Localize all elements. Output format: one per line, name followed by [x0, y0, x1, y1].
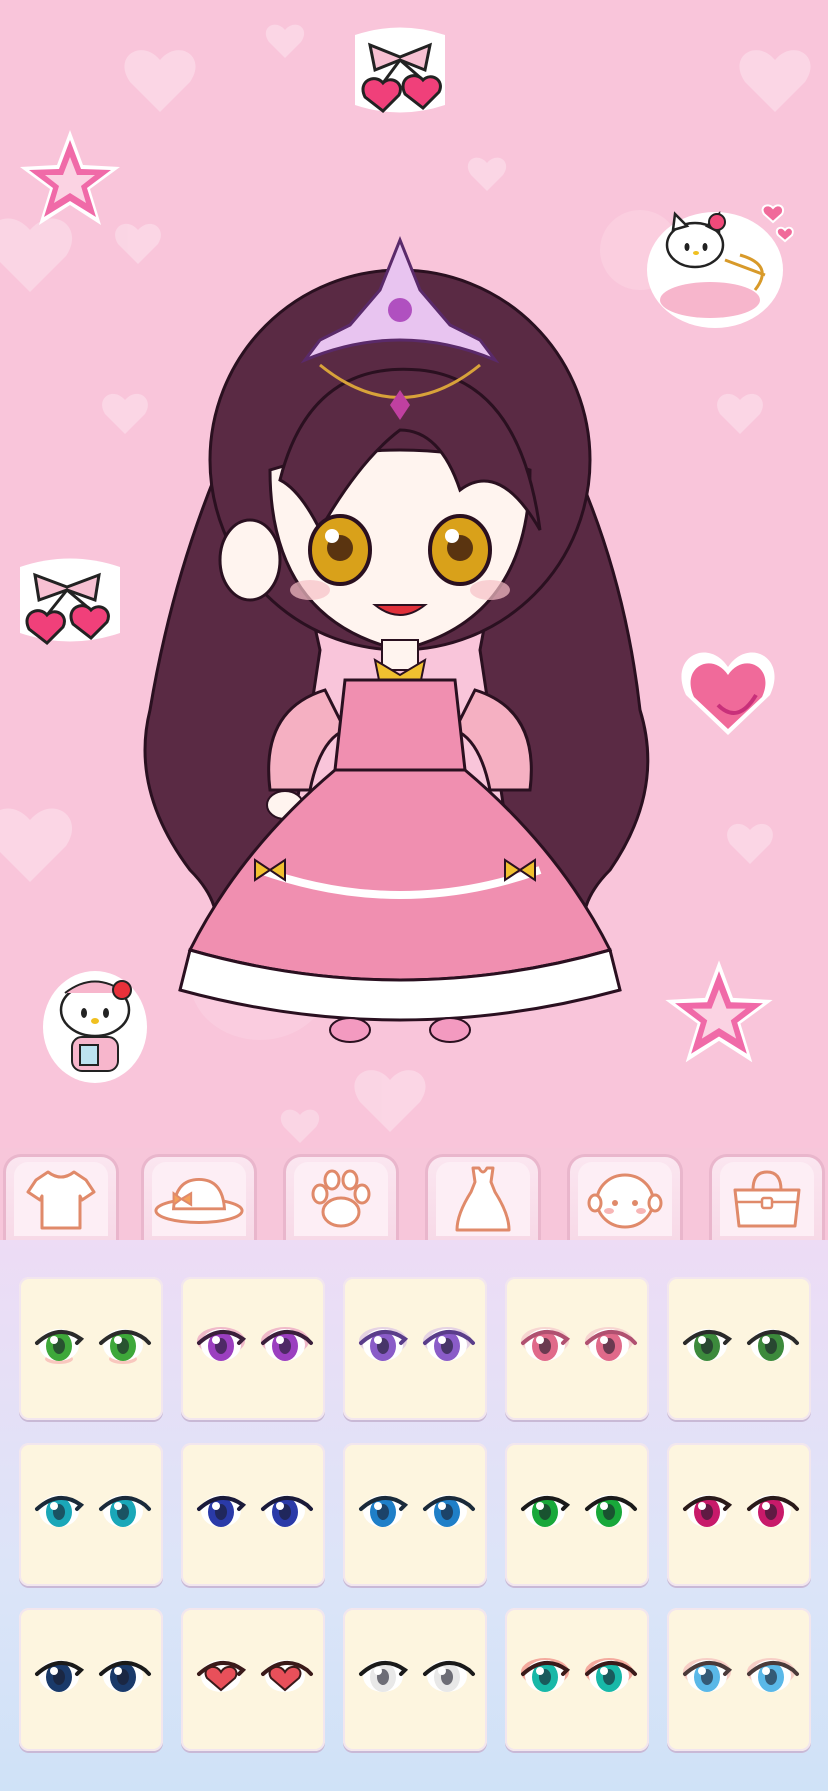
tab-dresses[interactable]	[425, 1154, 541, 1240]
doll-character[interactable]	[120, 230, 680, 1070]
eyes-icon	[683, 1658, 799, 1692]
cherry-bow-sticker-left[interactable]	[15, 555, 125, 645]
eyes-icon	[197, 1327, 313, 1361]
tab-hats[interactable]	[141, 1154, 257, 1240]
eye-option-3[interactable]	[343, 1277, 487, 1420]
eyes-icon	[683, 1495, 799, 1527]
eyes-icon	[35, 1495, 151, 1527]
eye-option-2[interactable]	[181, 1277, 325, 1420]
eyes-icon	[359, 1327, 475, 1361]
eye-option-1[interactable]	[19, 1277, 163, 1420]
eyes-icon	[197, 1495, 313, 1527]
handbag-icon	[733, 1169, 801, 1227]
eye-option-7[interactable]	[181, 1443, 325, 1586]
dress-icon	[455, 1166, 511, 1231]
eyes-icon	[521, 1495, 637, 1527]
face-icon	[587, 1173, 663, 1228]
tab-bags[interactable]	[709, 1154, 825, 1240]
category-tab-bar	[0, 1148, 828, 1240]
pink-star-sticker[interactable]	[15, 125, 125, 235]
eye-option-8[interactable]	[343, 1443, 487, 1586]
pink-heart-sticker[interactable]	[678, 645, 778, 740]
eye-option-10[interactable]	[667, 1443, 811, 1586]
eyes-icon	[521, 1327, 637, 1361]
eye-option-14[interactable]	[505, 1608, 649, 1751]
eye-option-12[interactable]	[181, 1608, 325, 1751]
eyes-icon	[197, 1660, 313, 1692]
eyes-icon	[359, 1495, 475, 1527]
eyes-icon	[359, 1660, 475, 1692]
tab-face[interactable]	[567, 1154, 683, 1240]
eye-option-5[interactable]	[667, 1277, 811, 1420]
tab-tops[interactable]	[3, 1154, 119, 1240]
eye-options-panel	[0, 1240, 828, 1791]
eye-option-11[interactable]	[19, 1608, 163, 1751]
eye-option-15[interactable]	[667, 1608, 811, 1751]
cherry-bow-sticker[interactable]	[345, 25, 455, 115]
eyes-icon	[35, 1329, 151, 1364]
eye-option-9[interactable]	[505, 1443, 649, 1586]
eye-option-13[interactable]	[343, 1608, 487, 1751]
eyes-icon	[521, 1658, 637, 1692]
eye-option-6[interactable]	[19, 1443, 163, 1586]
paw-icon	[311, 1169, 371, 1227]
tab-pets[interactable]	[283, 1154, 399, 1240]
sun-hat-icon	[154, 1177, 244, 1224]
tshirt-icon	[26, 1170, 96, 1229]
eyes-icon	[35, 1660, 151, 1692]
eye-option-4[interactable]	[505, 1277, 649, 1420]
eyes-icon	[683, 1329, 799, 1361]
dressup-stage	[0, 0, 828, 1148]
